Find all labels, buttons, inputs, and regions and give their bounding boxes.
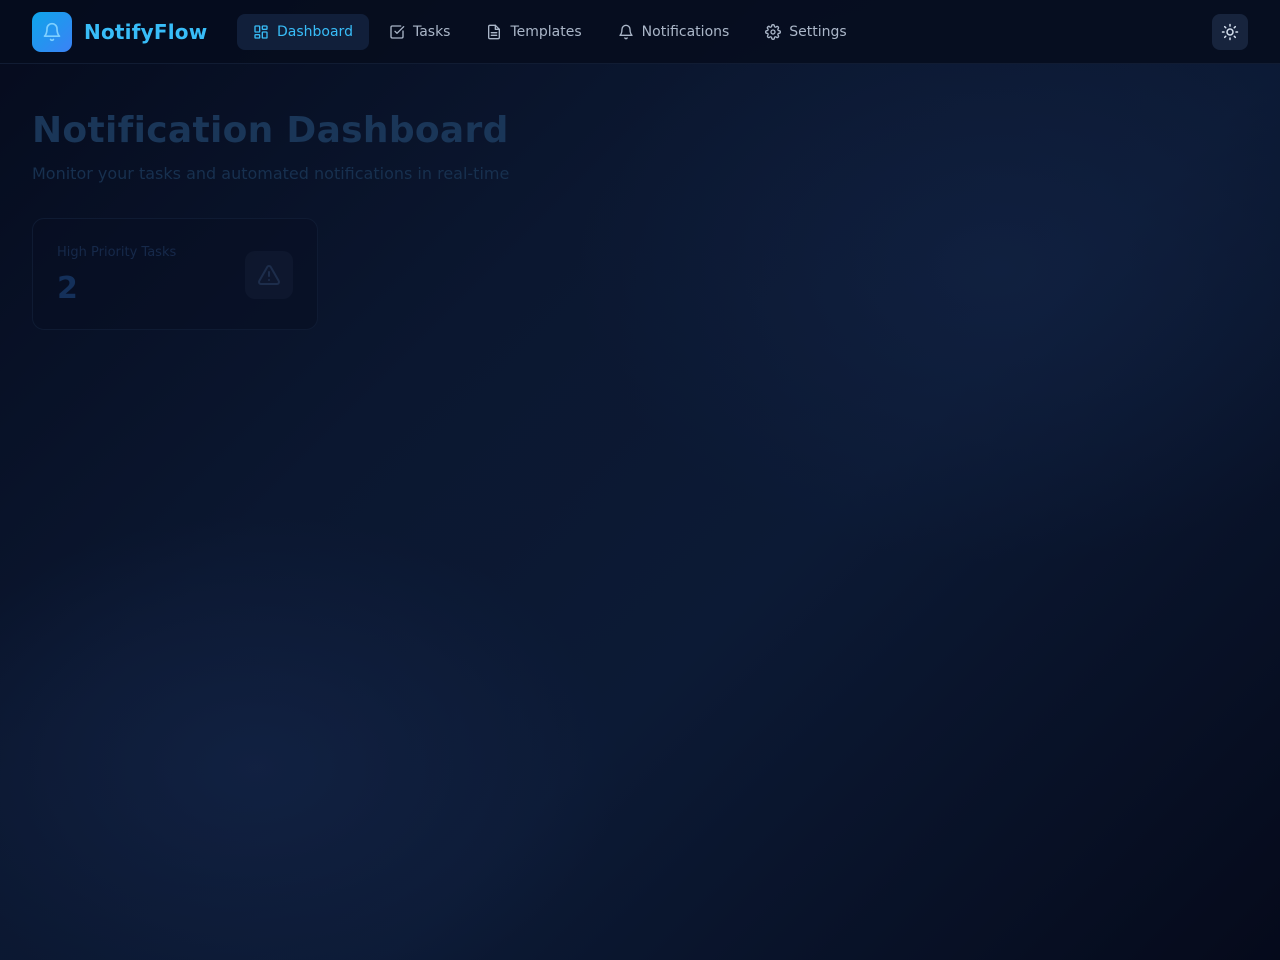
nav-dashboard[interactable]: Dashboard bbox=[237, 14, 369, 50]
theme-toggle-button[interactable] bbox=[1212, 14, 1248, 50]
bell-icon bbox=[619, 24, 633, 40]
stat-card-high-priority[interactable]: High Priority Tasks 2 bbox=[32, 218, 318, 330]
top-navigation-bar: NotifyFlow Dashboard Tasks Templates Not… bbox=[0, 0, 1280, 64]
page-subtitle: Monitor your tasks and automated notific… bbox=[32, 164, 510, 183]
nav-notifications[interactable]: Notifications bbox=[602, 14, 746, 50]
nav-templates[interactable]: Templates bbox=[470, 14, 597, 50]
nav-dashboard-label: Dashboard bbox=[277, 24, 353, 40]
warning-triangle-icon bbox=[258, 265, 280, 286]
stat-label: High Priority Tasks bbox=[57, 245, 177, 260]
nav-tasks[interactable]: Tasks bbox=[373, 14, 467, 50]
nav-settings[interactable]: Settings bbox=[749, 14, 862, 50]
page-title: Notification Dashboard bbox=[32, 110, 509, 151]
document-icon bbox=[488, 24, 501, 40]
bell-icon bbox=[43, 22, 61, 42]
nav-tasks-label: Tasks bbox=[412, 24, 451, 40]
nav-templates-label: Templates bbox=[510, 24, 582, 40]
app-name: NotifyFlow bbox=[84, 20, 208, 44]
stat-icon-container bbox=[245, 251, 293, 299]
checkbox-icon bbox=[390, 25, 405, 39]
gear-icon bbox=[765, 24, 782, 40]
stat-value: 2 bbox=[57, 271, 78, 306]
dashboard-grid-icon bbox=[254, 25, 268, 39]
main-nav: Dashboard Tasks Templates Notifications … bbox=[237, 14, 863, 50]
brand[interactable]: NotifyFlow bbox=[32, 12, 207, 52]
sun-icon bbox=[1221, 23, 1239, 41]
nav-settings-label: Settings bbox=[789, 24, 847, 40]
app-logo bbox=[32, 12, 72, 52]
nav-notifications-label: Notifications bbox=[641, 24, 730, 40]
